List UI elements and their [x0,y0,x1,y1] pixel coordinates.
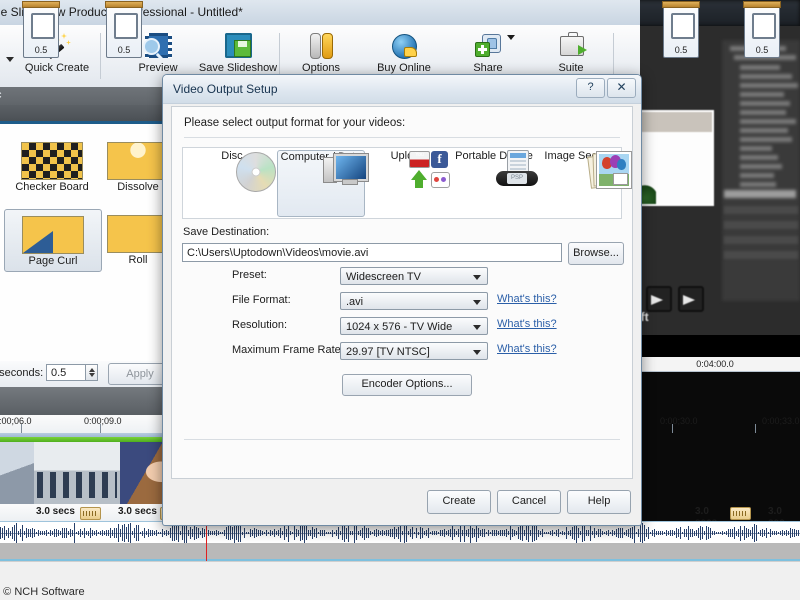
file-format-select[interactable]: .avi [340,292,488,310]
timeline-transition-1[interactable]: 0.5 [106,4,142,58]
preset-value: Widescreen TV [346,271,421,283]
transitions-tab-label[interactable]: c [0,89,2,101]
output-format-selector: Disc Computer / Data You f [182,147,622,219]
timeline-transition-value-3: 0.5 [745,45,779,55]
save-destination-label: Save Destination: [183,226,269,238]
chevron-down-icon [473,275,481,280]
roll-thumb-icon [107,215,169,253]
file-format-value: .avi [346,296,363,308]
background-preview-photo [638,110,714,206]
format-option-portable-device[interactable]: Portable Device [451,150,537,215]
max-frame-rate-value: 29.97 [TV NTSC] [346,346,430,358]
share-plus-icon [472,31,504,61]
whats-this-link-file-format[interactable]: What's this? [497,293,557,305]
max-frame-rate-label: Maximum Frame Rate: [232,344,344,356]
timeline-clip-duration-0: 3.0 secs [36,506,75,517]
dialog-title-bar: Video Output Setup ? ✕ [163,75,641,104]
chevron-down-icon [473,325,481,330]
duration-stepper[interactable] [85,364,98,381]
create-button[interactable]: Create [427,490,491,514]
dialog-help-button[interactable]: ? [576,78,605,98]
file-format-label: File Format: [232,294,291,306]
status-bar: 4 © NCH Software [0,561,800,600]
tools-icon [305,31,337,61]
dissolve-thumb-icon [107,142,169,180]
dialog-body: Please select output format for your vid… [171,106,633,479]
globe-key-icon [388,31,420,61]
timeline-ruler-label-4: 0:00;33.0 [762,416,800,426]
save-destination-input[interactable]: C:\Users\Uptodown\Videos\movie.avi [182,243,562,262]
chevron-down-icon [473,300,481,305]
video-output-setup-dialog: Video Output Setup ? ✕ Please select out… [162,74,642,526]
browse-button[interactable]: Browse... [568,242,624,265]
resolution-label: Resolution: [232,319,287,331]
dialog-divider-top [184,137,620,138]
timeline-transition-2[interactable]: 0.5 [663,4,699,58]
toolbar-separator-3 [613,33,614,79]
chevron-down-icon [473,350,481,355]
timeline-slide-1[interactable] [34,442,120,504]
screen-root: Color on Google Facebook [0,0,800,600]
preset-select[interactable]: Widescreen TV [340,267,488,285]
transition-item-checker-board[interactable]: Checker Board [4,136,100,197]
resolution-select[interactable]: 1024 x 576 - TV Wide [340,317,488,335]
resolution-value: 1024 x 576 - TV Wide [346,321,452,333]
background-arrow-button-1 [646,286,672,312]
toolbar-label-quick-create: Quick Create [20,62,94,74]
encoder-options-button[interactable]: Encoder Options... [342,374,472,396]
timeline-transition-value-1: 0.5 [107,45,141,55]
timeline-duration-chip-0[interactable] [80,507,101,520]
film-magnifier-icon [142,31,174,61]
timeline-duration-chip-2[interactable] [730,507,751,520]
format-option-computer-data[interactable]: Computer / Data [277,150,365,217]
toolbar-separator-1 [100,33,101,79]
transition-item-page-curl[interactable]: Page Curl [4,209,102,272]
toolbar-label-share: Share [451,62,525,74]
format-option-image-sequence[interactable]: Image Sequence [543,150,629,215]
format-option-disc[interactable]: Disc [189,150,275,215]
page-curl-thumb-icon [22,216,84,254]
timeline-transition-value-2: 0.5 [664,45,698,55]
timeline-ruler-label-1: 0:00;06.0 [0,416,32,426]
cancel-button[interactable]: Cancel [497,490,561,514]
toolbar-label-suite: Suite [534,62,608,74]
toolbar-label-buy-online: Buy Online [367,62,441,74]
briefcase-icon [555,31,587,61]
film-floppy-icon [222,31,254,61]
audio-track-row[interactable] [0,543,800,561]
close-icon[interactable]: ✕ [607,78,636,98]
background-arrow-button-2 [678,286,704,312]
whats-this-link-resolution[interactable]: What's this? [497,318,557,330]
timeline-ruler-label-3: 0:00;30.0 [660,416,698,426]
timeline-ruler-label-2: 0:00;09.0 [84,416,122,426]
whats-this-link-frame-rate[interactable]: What's this? [497,343,557,355]
toolbar-label-preview: Preview [121,62,195,74]
background-effects-tree [722,40,800,301]
checker-board-thumb-icon [21,142,83,180]
background-timeline-ruler: 0:04:00.0 [630,357,800,372]
toolbar-separator-2 [279,33,280,79]
preset-label: Preset: [232,269,267,281]
toolbar-label-options: Options [284,62,358,74]
timeline-transition-value-0: 0.5 [24,45,58,55]
toolbar-overflow-caret-icon[interactable] [6,57,14,62]
background-black-band [630,335,800,357]
status-bar-text: 4 © NCH Software [0,586,85,598]
toolbar-label-save-slideshow: Save Slideshow [192,62,284,74]
help-button[interactable]: Help [567,490,631,514]
dialog-title-text: Video Output Setup [173,82,278,96]
timeline-transition-0[interactable]: 0.5 [23,4,59,58]
duration-label: n seconds: [0,367,43,379]
max-frame-rate-select[interactable]: 29.97 [TV NTSC] [340,342,488,360]
timeline-clip-duration-1: 3.0 secs [118,506,157,517]
app-title-bar: ge Slideshow Producer Professional - Unt… [0,0,640,26]
share-dropdown-caret-icon[interactable] [507,35,515,40]
transition-label-page-curl: Page Curl [5,255,101,271]
dialog-prompt-text: Please select output format for your vid… [184,117,405,129]
transition-label-checker-board: Checker Board [4,181,100,197]
timeline-transition-3[interactable]: 0.5 [744,4,780,58]
dialog-divider-bottom [184,439,620,440]
format-option-upload[interactable]: You f Upload [365,150,451,215]
timeline-slide-0[interactable] [0,442,34,504]
